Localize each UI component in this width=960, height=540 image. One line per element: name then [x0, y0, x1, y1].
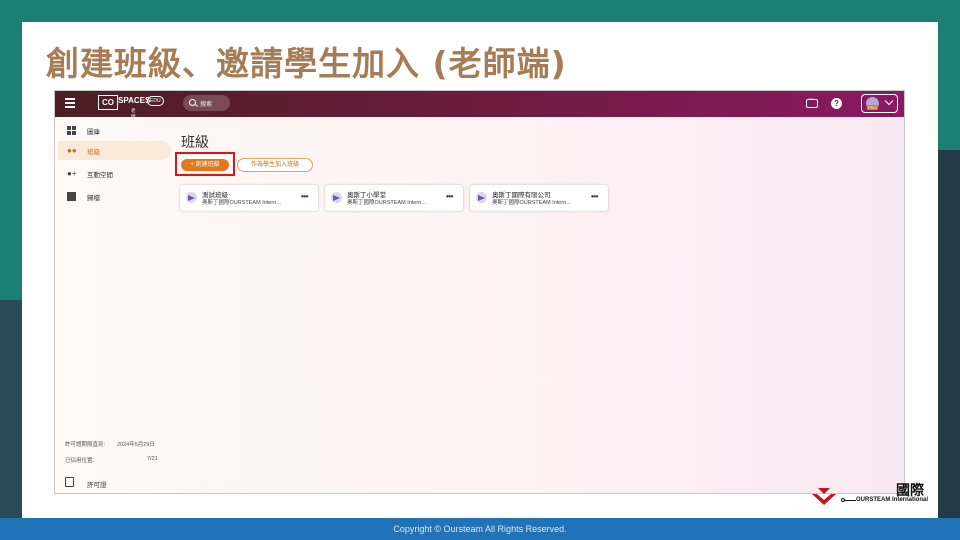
sidebar-item-interactive-space[interactable]: ●+ 互動空間 — [58, 164, 171, 183]
seats-label: 已佔用位置： — [65, 458, 99, 464]
grid-icon — [67, 126, 76, 135]
account-menu-button[interactable]: PRO — [861, 94, 898, 113]
brand-english: OURSTEAM International — [856, 497, 929, 503]
pro-badge: PRO — [867, 105, 878, 110]
class-icon — [476, 192, 487, 203]
sidebar-item-label: 歸檔 — [87, 195, 100, 202]
more-options-icon[interactable]: ••• — [591, 192, 598, 201]
logo-text: SPACES — [118, 96, 151, 105]
class-card[interactable]: 奧斯丁小學堂 奧斯丁國際OURSTEAM Intern... ••• — [325, 185, 463, 211]
search-placeholder: 搜索 — [200, 102, 213, 108]
slide-title: 創建班級、邀請學生加入 (老師端) — [46, 44, 567, 83]
license-until-value: 2024年5月29日 — [117, 442, 155, 448]
class-icon — [331, 192, 342, 203]
sidebar-item-classes[interactable]: ●● 班級 — [58, 141, 171, 160]
class-org: 奧斯丁國際OURSTEAM Intern... — [202, 200, 281, 206]
copyright-footer: Copyright © Oursteam All Rights Reserved… — [0, 518, 960, 540]
sidebar-item-label: 圖庫 — [87, 129, 100, 136]
license-until-label: 許可證期限直到: — [65, 442, 106, 448]
more-options-icon[interactable]: ••• — [446, 192, 453, 201]
oursteam-brand-logo: 國際 OURSTEAM International — [810, 478, 940, 512]
search-icon — [189, 99, 196, 106]
class-card[interactable]: 測試班級 奧斯丁國際OURSTEAM Intern... ••• — [180, 185, 318, 211]
cospaces-app-window: CO SPACES EDU 老師 搜索 ? PRO 圖庫 ●● 班級 ●+ 互動… — [54, 90, 905, 494]
people-add-icon: ●+ — [67, 169, 77, 178]
license-icon — [65, 477, 74, 487]
more-options-icon[interactable]: ••• — [301, 192, 308, 201]
sidebar-item-gallery[interactable]: 圖庫 — [58, 121, 171, 140]
oursteam-logo-icon — [812, 488, 836, 505]
license-link-label: 許可證 — [87, 482, 107, 489]
highlight-annotation — [175, 152, 235, 176]
page-title: 班級 — [181, 135, 209, 151]
logo-edu-badge: EDU — [147, 96, 164, 106]
help-icon[interactable]: ? — [831, 98, 842, 109]
sidebar-item-label: 班級 — [87, 149, 100, 156]
hamburger-menu-icon[interactable] — [65, 98, 75, 110]
class-card[interactable]: 奧斯丁國際有限公司 奧斯丁國際OURSTEAM Intern... ••• — [470, 185, 608, 211]
sidebar-item-label: 互動空間 — [87, 172, 113, 179]
archive-icon — [67, 192, 76, 201]
keyboard-shortcuts-icon[interactable] — [806, 94, 818, 108]
sidebar: 圖庫 ●● 班級 ●+ 互動空間 歸檔 許可證期限直到: 2024年5月29日 … — [55, 117, 173, 493]
class-icon — [186, 192, 197, 203]
seats-value: 7/21 — [147, 456, 158, 462]
brand-line — [844, 500, 856, 501]
class-org: 奧斯丁國際OURSTEAM Intern... — [492, 200, 571, 206]
join-as-student-button[interactable]: 作為學生加入班級 — [237, 158, 313, 172]
sidebar-item-archive[interactable]: 歸檔 — [58, 187, 171, 206]
people-icon: ●● — [67, 146, 77, 155]
top-bar: CO SPACES EDU 老師 搜索 ? PRO — [55, 91, 904, 119]
search-input[interactable]: 搜索 — [183, 95, 230, 111]
main-content: 班級 + 創建班級 作為學生加入班級 測試班級 奧斯丁國際OURSTEAM In… — [173, 117, 904, 493]
logo-box: CO — [98, 95, 118, 110]
chevron-down-icon — [884, 96, 894, 106]
class-org: 奧斯丁國際OURSTEAM Intern... — [347, 200, 426, 206]
